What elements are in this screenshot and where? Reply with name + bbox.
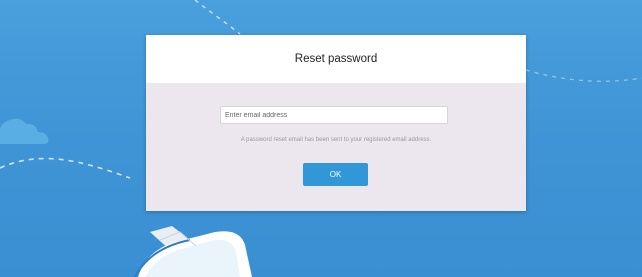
dialog-body: A password reset email has been sent to … xyxy=(146,83,526,211)
email-field[interactable] xyxy=(220,106,448,124)
dialog-header: Reset password xyxy=(146,35,526,83)
ok-button[interactable]: OK xyxy=(303,163,368,186)
cloud-icon xyxy=(0,118,49,144)
dialog-title: Reset password xyxy=(294,53,378,65)
reset-password-dialog: Reset password A password reset email ha… xyxy=(146,35,526,211)
reset-hint-text: A password reset email has been sent to … xyxy=(240,137,432,143)
boat-illustration xyxy=(134,226,252,277)
